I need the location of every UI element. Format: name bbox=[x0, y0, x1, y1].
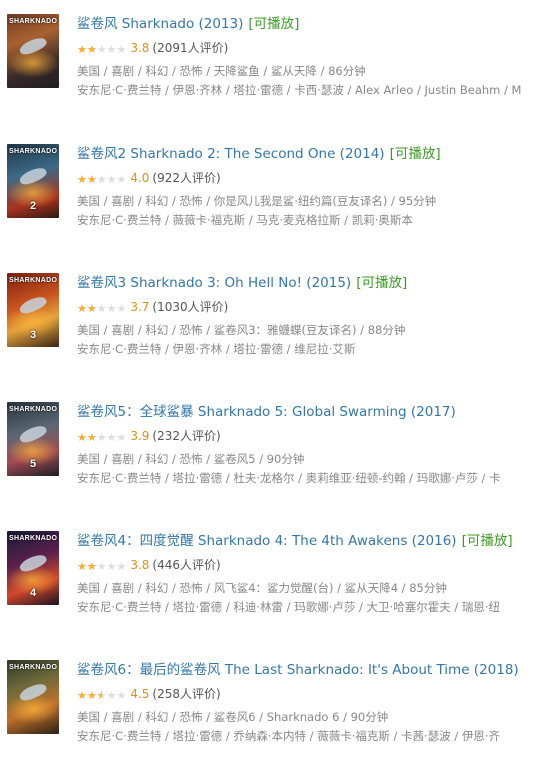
rating-stars-icon: ★★★★★★★★★★ bbox=[77, 43, 127, 56]
vote-count: (446人评价) bbox=[152, 558, 221, 572]
movie-item-sharknado: SHARKNADO 鲨卷风 Sharknado (2013) [可播放] ★★★★… bbox=[0, 14, 559, 134]
movie-meta: 美国 / 喜剧 / 科幻 / 恐怖 / 天降鲨鱼 / 鲨从天降 / 86分钟 bbox=[77, 64, 366, 78]
rating-line: ★★★★★★★★★★3.8(446人评价) bbox=[77, 557, 221, 573]
title-line: 鲨卷风 Sharknado (2013) [可播放] bbox=[77, 14, 299, 34]
rating-stars-icon: ★★★★★★★★★★ bbox=[77, 431, 127, 444]
movie-meta: 美国 / 喜剧 / 科幻 / 恐怖 / 风飞鲨4：鲨力觉醒(台) / 鲨从天降4… bbox=[77, 581, 447, 595]
movie-item-sharknado-5: SHARKNADO 5 鲨卷风5：全球鲨暴 Sharknado 5: Globa… bbox=[0, 402, 559, 522]
playable-link[interactable]: [可播放] bbox=[356, 275, 407, 291]
poster-title: SHARKNADO bbox=[9, 277, 58, 284]
playable-link[interactable]: [可播放] bbox=[462, 533, 513, 549]
poster-image[interactable]: SHARKNADO 5 bbox=[7, 402, 59, 476]
movie-cast: 安东尼·C·费兰特 / 伊恩·齐林 / 塔拉·雷德 / 维尼拉·艾斯 bbox=[77, 342, 356, 356]
title-line: 鲨卷风2 Sharknado 2: The Second One (2014) [… bbox=[77, 144, 441, 164]
poster-title: SHARKNADO bbox=[9, 18, 58, 25]
vote-count: (922人评价) bbox=[152, 171, 221, 185]
movie-cast: 安东尼·C·费兰特 / 塔拉·雷德 / 科迪·林雷 / 玛歌娜·卢莎 / 大卫·… bbox=[77, 600, 501, 614]
poster-number: 5 bbox=[29, 458, 37, 470]
movie-cast: 安东尼·C·费兰特 / 薇薇卡·福克斯 / 马克·麦克格拉斯 / 凯莉·奥斯本 bbox=[77, 213, 413, 227]
movie-item-sharknado-3: SHARKNADO 3 鲨卷风3 Sharknado 3: Oh Hell No… bbox=[0, 273, 559, 393]
rating-line: ★★★★★★★★★★4.0(922人评价) bbox=[77, 170, 221, 186]
vote-count: (232人评价) bbox=[152, 429, 221, 443]
movie-item-sharknado-4: SHARKNADO 4 鲨卷风4：四度觉醒 Sharknado 4: The 4… bbox=[0, 531, 559, 651]
vote-count: (1030人评价) bbox=[152, 300, 229, 314]
poster-title: SHARKNADO bbox=[9, 148, 58, 155]
rating-line: ★★★★★★★★★★3.8(2091人评价) bbox=[77, 40, 228, 56]
rating-score: 3.7 bbox=[130, 300, 150, 314]
poster-title: SHARKNADO bbox=[9, 664, 58, 671]
movie-title-link[interactable]: 鲨卷风2 Sharknado 2: The Second One (2014) bbox=[77, 146, 385, 162]
rating-line: ★★★★★★★★★★3.7(1030人评价) bbox=[77, 299, 228, 315]
movie-title-link[interactable]: 鲨卷风6：最后的鲨卷风 The Last Sharknado: It's Abo… bbox=[77, 662, 519, 678]
rating-score: 3.8 bbox=[130, 41, 150, 55]
rating-score: 3.9 bbox=[130, 429, 150, 443]
movie-cast: 安东尼·C·费兰特 / 伊恩·齐林 / 塔拉·雷德 / 卡西·瑟波 / Alex… bbox=[77, 83, 522, 97]
movie-cast: 安东尼·C·费兰特 / 塔拉·雷德 / 乔纳森·本内特 / 薇薇卡·福克斯 / … bbox=[77, 729, 501, 743]
movie-title-link[interactable]: 鲨卷风 Sharknado (2013) bbox=[77, 16, 243, 32]
vote-count: (2091人评价) bbox=[152, 41, 229, 55]
rating-stars-icon: ★★★★★★★★★★ bbox=[77, 689, 127, 702]
poster-number: 3 bbox=[29, 329, 37, 341]
rating-line: ★★★★★★★★★★3.9(232人评价) bbox=[77, 428, 221, 444]
rating-stars-icon: ★★★★★★★★★★ bbox=[77, 560, 127, 573]
poster-title: SHARKNADO bbox=[9, 406, 58, 413]
poster-title: SHARKNADO bbox=[9, 535, 58, 542]
poster-image[interactable]: SHARKNADO 2 bbox=[7, 144, 59, 218]
movie-meta: 美国 / 喜剧 / 科幻 / 恐怖 / 鲨卷风3：雅蠛蝶(豆友译名) / 88分… bbox=[77, 323, 406, 337]
movie-item-sharknado-2: SHARKNADO 2 鲨卷风2 Sharknado 2: The Second… bbox=[0, 144, 559, 264]
movie-item-sharknado-6: SHARKNADO 鲨卷风6：最后的鲨卷风 The Last Sharknado… bbox=[0, 660, 559, 780]
poster-number: 4 bbox=[29, 587, 37, 599]
title-line: 鲨卷风3 Sharknado 3: Oh Hell No! (2015) [可播放… bbox=[77, 273, 407, 293]
title-line: 鲨卷风6：最后的鲨卷风 The Last Sharknado: It's Abo… bbox=[77, 660, 519, 680]
movie-meta: 美国 / 喜剧 / 科幻 / 恐怖 / 你是风儿我是鲨·纽约篇(豆友译名) / … bbox=[77, 194, 437, 208]
rating-stars-icon: ★★★★★★★★★★ bbox=[77, 173, 127, 186]
movie-title-link[interactable]: 鲨卷风3 Sharknado 3: Oh Hell No! (2015) bbox=[77, 275, 351, 291]
poster-image[interactable]: SHARKNADO bbox=[7, 14, 59, 88]
playable-link[interactable]: [可播放] bbox=[248, 16, 299, 32]
movie-title-link[interactable]: 鲨卷风5：全球鲨暴 Sharknado 5: Global Swarming (… bbox=[77, 404, 456, 420]
rating-score: 3.8 bbox=[130, 558, 150, 572]
playable-link[interactable]: [可播放] bbox=[390, 146, 441, 162]
title-line: 鲨卷风5：全球鲨暴 Sharknado 5: Global Swarming (… bbox=[77, 402, 456, 422]
rating-stars-icon: ★★★★★★★★★★ bbox=[77, 302, 127, 315]
rating-score: 4.5 bbox=[130, 687, 150, 701]
rating-score: 4.0 bbox=[130, 171, 150, 185]
movie-meta: 美国 / 喜剧 / 科幻 / 恐怖 / 鲨卷风5 / 90分钟 bbox=[77, 452, 305, 466]
title-line: 鲨卷风4：四度觉醒 Sharknado 4: The 4th Awakens (… bbox=[77, 531, 513, 551]
vote-count: (258人评价) bbox=[152, 687, 221, 701]
movie-meta: 美国 / 喜剧 / 科幻 / 恐怖 / 鲨卷风6 / Sharknado 6 /… bbox=[77, 710, 389, 724]
rating-line: ★★★★★★★★★★4.5(258人评价) bbox=[77, 686, 221, 702]
movie-cast: 安东尼·C·费兰特 / 塔拉·雷德 / 杜夫·龙格尔 / 奥莉维亚·纽顿-约翰 … bbox=[77, 471, 501, 485]
poster-image[interactable]: SHARKNADO 3 bbox=[7, 273, 59, 347]
movie-list: SHARKNADO 鲨卷风 Sharknado (2013) [可播放] ★★★★… bbox=[0, 0, 559, 763]
poster-image[interactable]: SHARKNADO 4 bbox=[7, 531, 59, 605]
poster-image[interactable]: SHARKNADO bbox=[7, 660, 59, 734]
movie-title-link[interactable]: 鲨卷风4：四度觉醒 Sharknado 4: The 4th Awakens (… bbox=[77, 533, 457, 549]
poster-number: 2 bbox=[29, 200, 37, 212]
